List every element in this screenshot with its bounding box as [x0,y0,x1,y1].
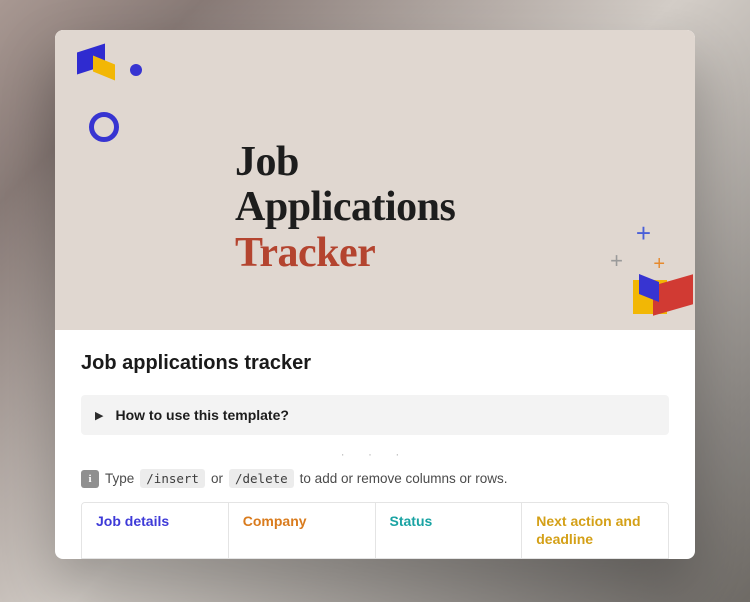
hero-title-line1: Job [235,140,455,185]
hint-joiner: or [211,471,223,486]
plus-icon: + [636,220,651,246]
divider-dots: · · · [81,435,669,467]
column-header-company[interactable]: Company [229,503,376,558]
hero-title: Job Applications Tracker [235,140,455,276]
decorative-circle-icon [89,112,119,142]
toggle-how-to-use[interactable]: ▶ How to use this template? [81,395,669,435]
caret-right-icon: ▶ [95,409,103,422]
page-title: Job applications tracker [81,352,669,375]
decorative-cube-icon [635,274,695,324]
info-icon: i [81,470,99,488]
column-header-job-details[interactable]: Job details [82,503,229,558]
decorative-cube-icon [71,38,115,82]
plus-icon: + [610,250,623,272]
command-delete: /delete [229,469,294,488]
hero-banner: + + + Job Applications Tracker [55,30,695,330]
content-area: Job applications tracker ▶ How to use th… [55,330,695,559]
command-insert: /insert [140,469,205,488]
hero-title-line2: Applications [235,185,455,230]
hint-prefix: Type [105,471,134,486]
plus-icon: + [653,254,665,274]
hero-title-line3: Tracker [235,231,455,276]
table-header-row: Job details Company Status Next action a… [81,502,669,559]
hint-text: i Type /insert or /delete to add or remo… [81,467,669,502]
column-header-next-action[interactable]: Next action and deadline [522,503,668,558]
toggle-label: How to use this template? [115,407,288,423]
decorative-dot-icon [130,64,142,76]
column-header-status[interactable]: Status [376,503,523,558]
document-card: + + + Job Applications Tracker Job appli… [55,30,695,559]
hint-suffix: to add or remove columns or rows. [300,471,508,486]
